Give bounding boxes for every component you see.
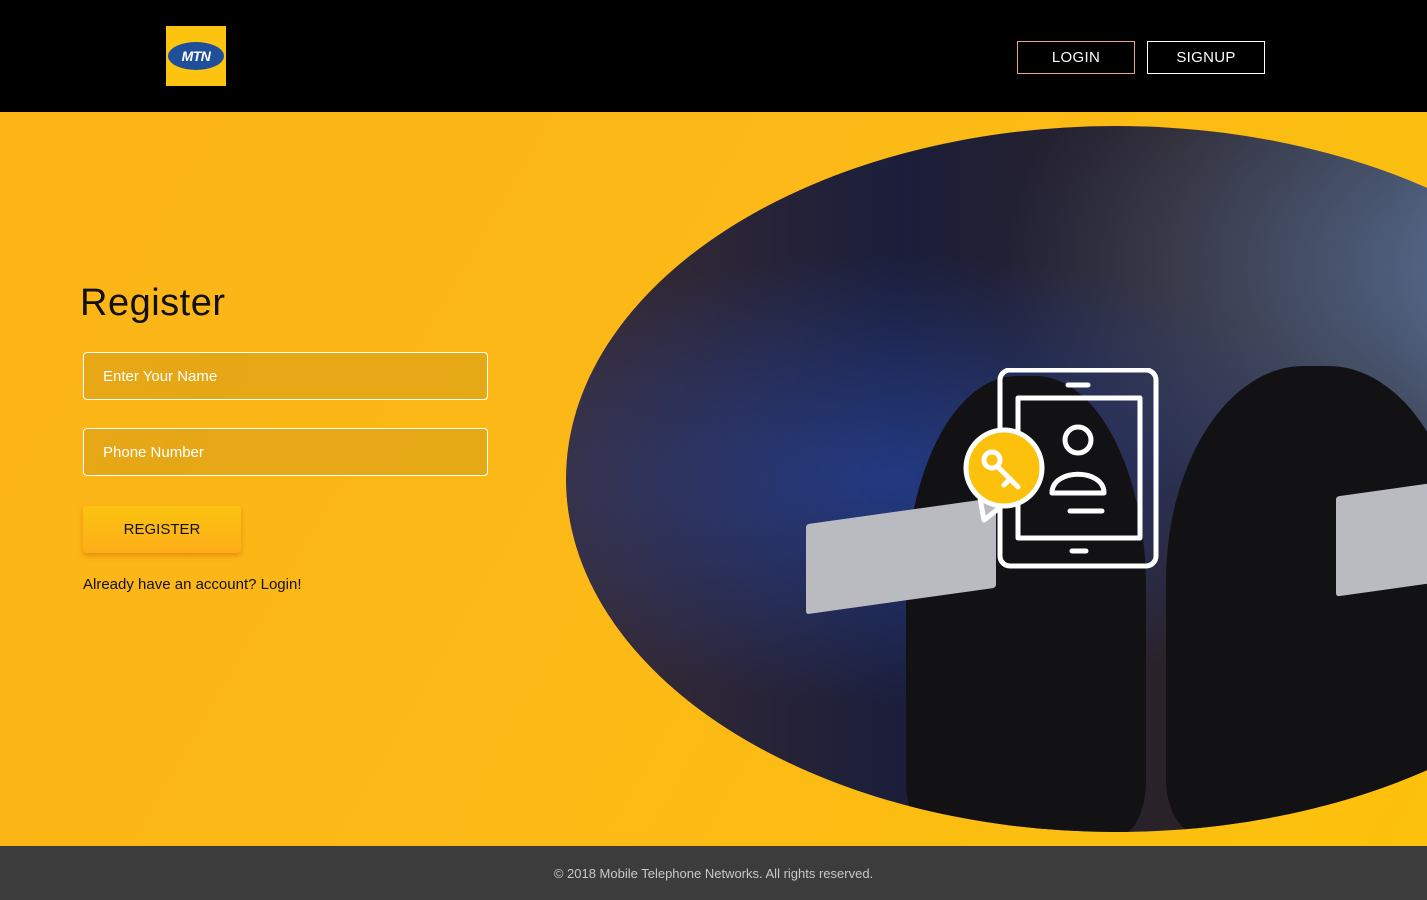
page-title: Register (80, 282, 226, 324)
tablet-account-security-icon (963, 368, 1159, 569)
register-button[interactable]: REGISTER (83, 506, 241, 553)
phone-input[interactable]: Phone Number (83, 428, 488, 476)
photo-tablet (1336, 475, 1427, 597)
login-button[interactable]: LOGIN (1017, 41, 1135, 74)
copyright-text: © 2018 Mobile Telephone Networks. All ri… (553, 865, 874, 881)
photo-person (1166, 366, 1427, 832)
login-link[interactable]: Already have an account? Login! (83, 576, 302, 593)
hero-section: Register Enter Your Name Phone Number RE… (0, 112, 1427, 846)
logo-ellipse: MTN (168, 42, 224, 70)
site-header: MTN LOGIN SIGNUP (0, 0, 1427, 112)
logo-text: MTN (181, 48, 211, 64)
name-input[interactable]: Enter Your Name (83, 352, 488, 400)
signup-button[interactable]: SIGNUP (1147, 41, 1265, 74)
mtn-logo[interactable]: MTN (166, 26, 226, 86)
site-footer: © 2018 Mobile Telephone Networks. All ri… (0, 846, 1427, 900)
